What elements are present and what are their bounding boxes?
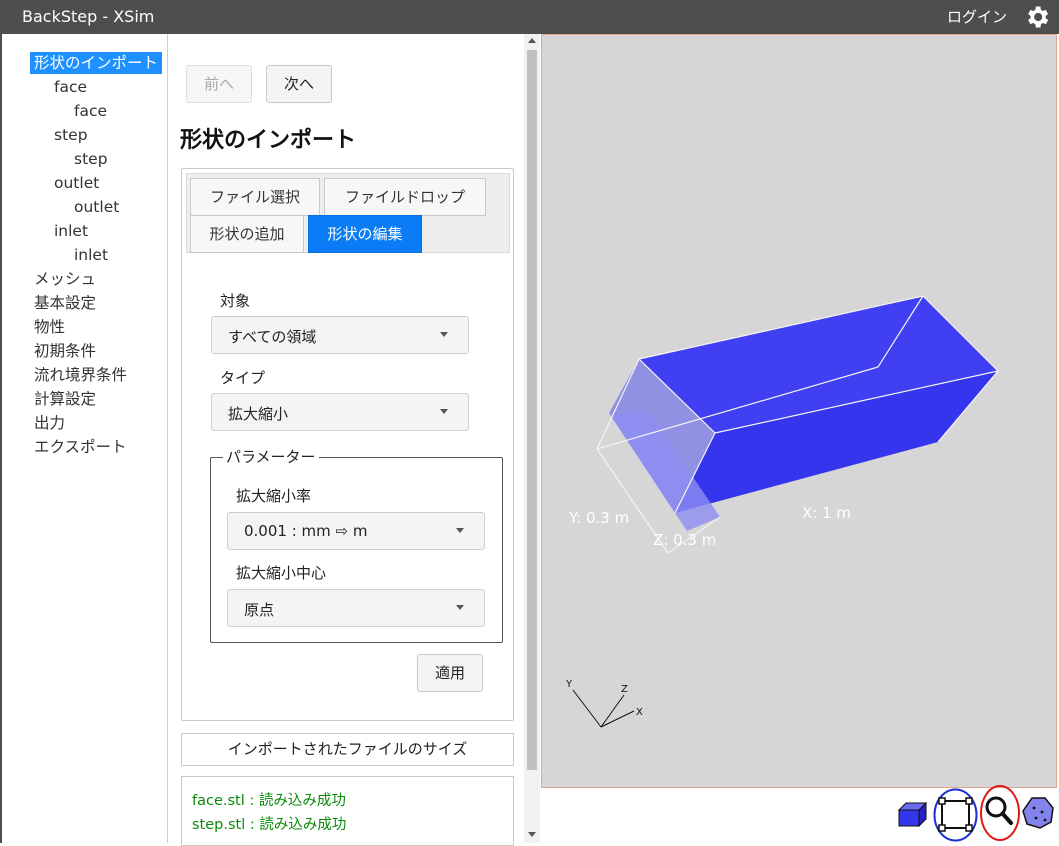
axis-x-label: X (636, 707, 643, 718)
import-log: face.stl : 読み込み成功 step.stl : 読み込み成功 (181, 776, 514, 846)
scale-ratio-value: 0.001 : mm ⇨ m (244, 522, 368, 540)
scroll-up-icon[interactable] (528, 38, 536, 43)
sidebar-item-calc-settings[interactable]: 計算設定 (30, 388, 100, 410)
log-line: face.stl : 読み込み成功 (192, 793, 346, 809)
target-select[interactable]: すべての領域 (211, 316, 469, 354)
parameters-group: パラメーター 拡大縮小率 0.001 : mm ⇨ m 拡大縮小中心 原点 (210, 446, 503, 643)
sidebar-item-shape-import[interactable]: 形状のインポート (30, 52, 163, 74)
login-link[interactable]: ログイン (947, 6, 1007, 27)
tab-add-shape[interactable]: 形状の追加 (190, 215, 304, 253)
apply-button[interactable]: 適用 (417, 654, 483, 692)
import-size-header[interactable]: インポートされたファイルのサイズ (181, 733, 514, 766)
dim-x-label: X: 1 m (802, 504, 851, 522)
title-bar: BackStep - XSim ログイン (0, 0, 1059, 34)
scale-ratio-select[interactable]: 0.001 : mm ⇨ m (227, 512, 485, 550)
chevron-down-icon (456, 605, 464, 610)
sidebar-item-step[interactable]: step (50, 124, 92, 146)
scale-center-value: 原点 (244, 601, 275, 619)
polygon-point-icon[interactable] (1021, 796, 1055, 830)
zoom-icon[interactable] (979, 782, 1021, 842)
sidebar-item-inlet[interactable]: inlet (50, 220, 92, 242)
chevron-down-icon (456, 528, 464, 533)
tab-edit-shape[interactable]: 形状の編集 (308, 215, 422, 253)
sidebar-item-mesh[interactable]: メッシュ (30, 268, 100, 290)
next-button[interactable]: 次へ (266, 65, 332, 103)
sidebar-item-inlet-child[interactable]: inlet (70, 244, 112, 266)
target-label: 対象 (220, 292, 251, 310)
cube-icon[interactable] (897, 800, 929, 828)
dim-y-label: Y: 0.3 m (568, 509, 629, 527)
log-line: step.stl : 読み込み成功 (192, 817, 347, 833)
prev-button[interactable]: 前へ (186, 65, 252, 103)
scale-center-label: 拡大縮小中心 (236, 564, 327, 582)
sidebar-item-basic-settings[interactable]: 基本設定 (30, 292, 100, 314)
gear-icon[interactable] (1023, 3, 1051, 31)
tab-bar: ファイル選択 ファイルドロップ 形状の追加 形状の編集 (186, 173, 510, 253)
sidebar-item-outlet[interactable]: outlet (50, 172, 103, 194)
sidebar-tree: 形状のインポート face face step step outlet outl… (0, 34, 168, 843)
target-select-value: すべての領域 (228, 328, 317, 346)
app-title: BackStep - XSim (22, 7, 155, 26)
tab-file-select[interactable]: ファイル選択 (190, 178, 320, 216)
axes-triad (572, 689, 635, 728)
dim-z-label: Z: 0.3 m (653, 531, 716, 549)
tab-file-drop[interactable]: ファイルドロップ (324, 178, 486, 216)
axis-z-label: Z (621, 684, 628, 695)
sidebar-item-outlet-child[interactable]: outlet (70, 196, 123, 218)
sidebar-item-export[interactable]: エクスポート (30, 436, 131, 458)
viewport-toolbar (541, 785, 1059, 843)
form-panel: ファイル選択 ファイルドロップ 形状の追加 形状の編集 対象 すべての領域 タイ… (181, 168, 514, 721)
type-select[interactable]: 拡大縮小 (211, 393, 469, 431)
3d-viewport[interactable]: X: 1 m Y: 0.3 m Z: 0.3 m Y Z X (541, 34, 1057, 788)
sidebar-item-properties[interactable]: 物性 (30, 316, 69, 338)
sidebar-item-output[interactable]: 出力 (30, 412, 69, 434)
chevron-down-icon (440, 332, 448, 337)
panel-scrollbar[interactable] (524, 34, 540, 843)
scale-ratio-label: 拡大縮小率 (236, 487, 312, 505)
fit-frame-icon[interactable] (933, 788, 978, 842)
sidebar-item-initial-conditions[interactable]: 初期条件 (30, 340, 100, 362)
3d-scene: X: 1 m Y: 0.3 m Z: 0.3 m Y Z X (565, 295, 999, 728)
page-title: 形状のインポート (180, 128, 357, 153)
chevron-down-icon (440, 409, 448, 414)
axis-y-label: Y (565, 679, 573, 690)
type-label: タイプ (220, 369, 266, 387)
sidebar-item-face-child[interactable]: face (70, 100, 111, 122)
settings-panel: 前へ 次へ 形状のインポート ファイル選択 ファイルドロップ 形状の追加 形状の… (168, 34, 540, 846)
scale-center-select[interactable]: 原点 (227, 589, 485, 627)
type-select-value: 拡大縮小 (228, 405, 289, 423)
sidebar-item-step-child[interactable]: step (70, 148, 112, 170)
parameters-legend: パラメーター (223, 446, 319, 467)
sidebar-item-face[interactable]: face (50, 76, 91, 98)
scroll-down-icon[interactable] (528, 832, 536, 837)
scroll-thumb[interactable] (527, 50, 537, 770)
sidebar-item-flow-boundary[interactable]: 流れ境界条件 (30, 364, 131, 386)
